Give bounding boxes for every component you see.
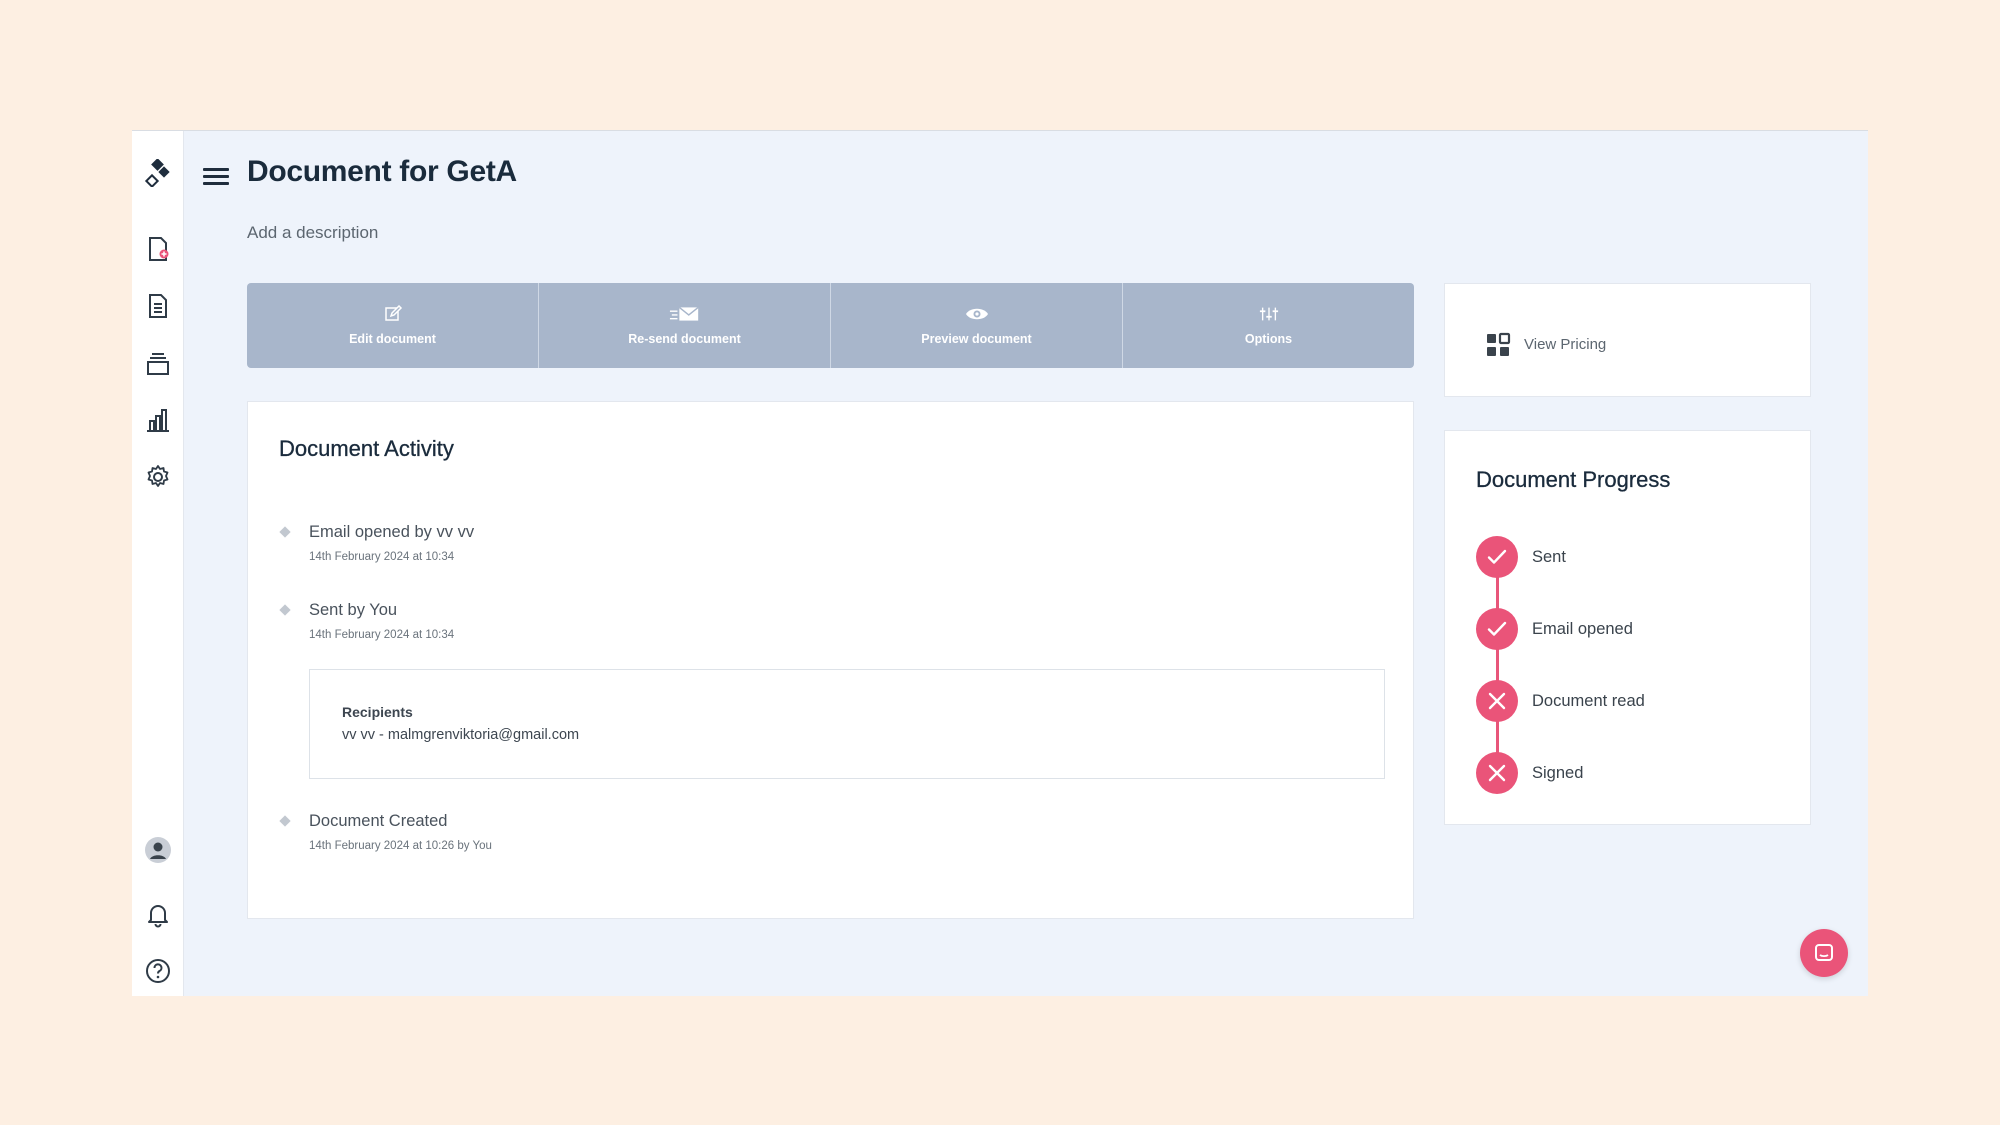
edit-document-button[interactable]: Edit document: [247, 283, 539, 368]
document-activity-card: Document Activity Email opened by vv vv …: [247, 401, 1414, 919]
preview-document-button[interactable]: Preview document: [831, 283, 1123, 368]
chat-icon: [1815, 944, 1833, 961]
new-document-icon[interactable]: [140, 231, 176, 267]
edit-icon: [384, 305, 402, 321]
activity-text: Document Created: [309, 812, 448, 830]
options-label: Options: [1244, 332, 1293, 346]
app-window: Document for GetA Add a description Edit…: [132, 130, 1868, 996]
recipients-box: Recipients vv vv - malmgrenviktoria@gmai…: [309, 669, 1385, 779]
view-pricing-label: View Pricing: [1524, 336, 1607, 353]
grid-icon: [1487, 332, 1511, 356]
sidebar: [132, 131, 184, 996]
bell-icon[interactable]: [140, 896, 176, 932]
menu-line: [203, 175, 229, 178]
cross-icon: [1476, 680, 1518, 722]
progress-step-email-opened: Email opened: [1476, 608, 1776, 650]
document-toolbar: Edit document Re-send document Preview d…: [247, 283, 1414, 368]
templates-icon[interactable]: [140, 345, 176, 381]
progress-step-signed: Signed: [1476, 752, 1776, 794]
resend-document-label: Re-send document: [628, 332, 741, 346]
options-button[interactable]: Options: [1123, 283, 1414, 368]
activity-date: 14th February 2024 at 10:34: [309, 629, 455, 641]
send-mail-icon: [669, 306, 699, 321]
recipients-heading: Recipients: [342, 704, 413, 720]
document-progress-card: Document Progress Sent Email opened Docu…: [1444, 430, 1811, 825]
avatar-icon[interactable]: [140, 832, 176, 868]
check-icon: [1476, 608, 1518, 650]
help-icon[interactable]: [140, 953, 176, 989]
resend-document-button[interactable]: Re-send document: [539, 283, 831, 368]
progress-title: Document Progress: [1476, 467, 1671, 492]
activity-title: Document Activity: [279, 436, 454, 461]
reports-icon[interactable]: [140, 402, 176, 438]
step-label: Signed: [1532, 764, 1584, 782]
view-pricing-card[interactable]: View Pricing: [1444, 283, 1811, 397]
documents-icon[interactable]: [140, 288, 176, 324]
activity-date: 14th February 2024 at 10:26 by You: [309, 840, 492, 852]
logo-icon[interactable]: [140, 155, 176, 191]
step-label: Email opened: [1532, 620, 1633, 638]
description-field[interactable]: Add a description: [247, 223, 378, 243]
settings-icon[interactable]: [140, 459, 176, 495]
bullet-icon: [279, 815, 291, 827]
edit-document-label: Edit document: [349, 332, 436, 346]
bullet-icon: [279, 604, 291, 616]
activity-text: Email opened by vv vv: [309, 523, 475, 541]
activity-date: 14th February 2024 at 10:34: [309, 551, 455, 563]
check-icon: [1476, 536, 1518, 578]
chat-launcher-button[interactable]: [1800, 929, 1848, 977]
progress-step-document-read: Document read: [1476, 680, 1776, 722]
page-title: Document for GetA: [247, 155, 517, 188]
step-label: Sent: [1532, 548, 1566, 566]
recipients-value: vv vv - malmgrenviktoria@gmail.com: [342, 727, 580, 743]
cross-icon: [1476, 752, 1518, 794]
hamburger-menu-button[interactable]: [200, 164, 232, 192]
menu-line: [203, 168, 229, 171]
progress-step-sent: Sent: [1476, 536, 1776, 578]
sliders-icon: [1259, 307, 1278, 321]
step-label: Document read: [1532, 692, 1645, 710]
menu-line: [203, 182, 229, 185]
activity-text: Sent by You: [309, 601, 398, 619]
eye-icon: [965, 308, 988, 320]
progress-connector: [1496, 551, 1499, 767]
preview-document-label: Preview document: [921, 332, 1032, 346]
bullet-icon: [279, 526, 291, 538]
